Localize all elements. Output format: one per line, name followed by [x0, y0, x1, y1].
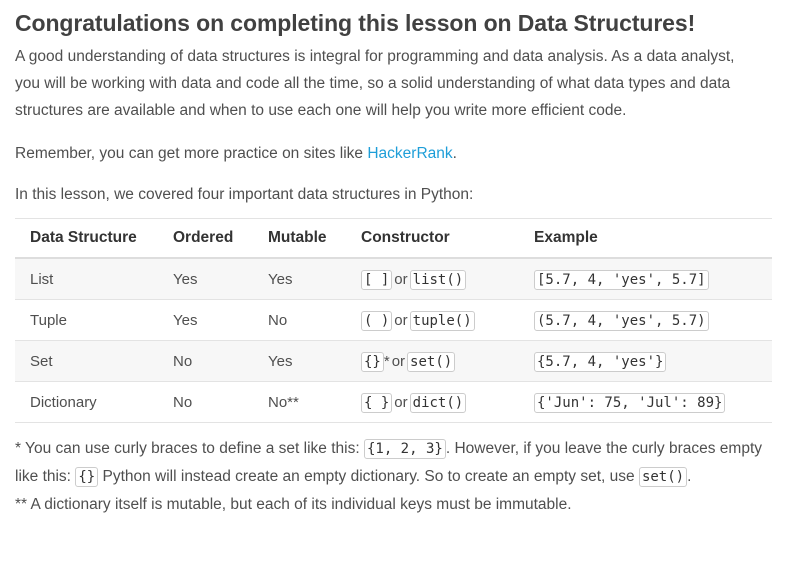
header-example: Example [534, 229, 598, 246]
footnotes: * You can use curly braces to define a s… [15, 435, 780, 518]
cell-ordered: No [158, 381, 253, 423]
page-title: Congratulations on completing this lesso… [15, 10, 696, 36]
cell-example: {5.7, 4, 'yes'} [519, 340, 772, 382]
footnote-text: . [687, 468, 692, 485]
header-mutable: Mutable [268, 229, 327, 246]
table-row: Tuple Yes No ( ) or tuple() (5.7, 4, 'yes'… [15, 299, 772, 341]
or-word: or [391, 352, 406, 370]
header-ordered: Ordered [173, 229, 234, 246]
cell-constructor: ( ) or tuple() [346, 299, 519, 341]
header-data-structure: Data Structure [30, 229, 137, 246]
header-constructor: Constructor [361, 229, 450, 246]
remember-text: Remember, you can get more practice on s… [15, 145, 368, 162]
code-set-constructor: set() [638, 467, 688, 487]
code-example: (5.7, 4, 'yes', 5.7) [534, 310, 709, 331]
code-example: {'Jun': 75, 'Jul': 89} [534, 392, 726, 413]
code-constructor-function: tuple() [409, 310, 475, 331]
code-example: {5.7, 4, 'yes'} [534, 351, 667, 372]
cell-ordered: Yes [158, 258, 253, 300]
remember-paragraph: Remember, you can get more practice on s… [15, 140, 788, 167]
code-constructor-function: dict() [409, 392, 467, 413]
cell-name: Set [15, 340, 158, 382]
footnote-text: * You can use curly braces to define a s… [15, 440, 364, 457]
code-constructor-function: list() [409, 269, 467, 290]
constructor-suffix: * [383, 352, 390, 370]
cell-mutable: No** [253, 381, 346, 423]
footnote-text: Python will instead create an empty dict… [98, 468, 639, 485]
hackerrank-link[interactable]: HackerRank [367, 145, 452, 162]
or-word: or [394, 311, 408, 329]
or-word: or [394, 393, 408, 411]
table-row: Set No Yes {} * or set() {5.7, 4, 'yes'} [15, 340, 772, 382]
data-structures-table: Data Structure Ordered Mutable Construct… [15, 218, 772, 423]
lesson-page: Congratulations on completing this lesso… [0, 0, 788, 583]
cell-example: (5.7, 4, 'yes', 5.7) [519, 299, 772, 341]
table-header-row: Data Structure Ordered Mutable Construct… [15, 218, 772, 258]
table-row: List Yes Yes [ ] or list() [5.7, 4, 'yes',… [15, 258, 772, 300]
cell-constructor: [ ] or list() [346, 258, 519, 300]
code-empty-braces: {} [75, 467, 99, 487]
cell-name: Tuple [15, 299, 158, 341]
cell-ordered: Yes [158, 299, 253, 341]
footnote-dictionary: ** A dictionary itself is mutable, but e… [15, 496, 572, 513]
cell-constructor: { } or dict() [346, 381, 519, 423]
code-constructor-literal: [ ] [361, 269, 393, 290]
cell-name: Dictionary [15, 381, 158, 423]
cell-mutable: Yes [253, 258, 346, 300]
code-constructor-literal: { } [361, 392, 393, 413]
or-word: or [394, 270, 408, 288]
cell-mutable: Yes [253, 340, 346, 382]
code-constructor-literal: ( ) [361, 310, 393, 331]
cell-constructor: {} * or set() [346, 340, 519, 382]
code-constructor-function: set() [407, 351, 456, 372]
cell-mutable: No [253, 299, 346, 341]
cell-ordered: No [158, 340, 253, 382]
cell-example: {'Jun': 75, 'Jul': 89} [519, 381, 772, 423]
remember-period: . [452, 145, 457, 162]
code-constructor-literal: {} [361, 351, 384, 372]
cell-name: List [15, 258, 158, 300]
covered-paragraph: In this lesson, we covered four importan… [15, 186, 474, 203]
table-row: Dictionary No No** { } or dict() {'Jun': 7… [15, 381, 772, 423]
code-example: [5.7, 4, 'yes', 5.7] [534, 269, 709, 290]
footnote-set: * You can use curly braces to define a s… [15, 435, 780, 491]
code-set-literal: {1, 2, 3} [363, 439, 446, 459]
intro-paragraph: A good understanding of data structures … [15, 48, 735, 119]
cell-example: [5.7, 4, 'yes', 5.7] [519, 258, 772, 300]
